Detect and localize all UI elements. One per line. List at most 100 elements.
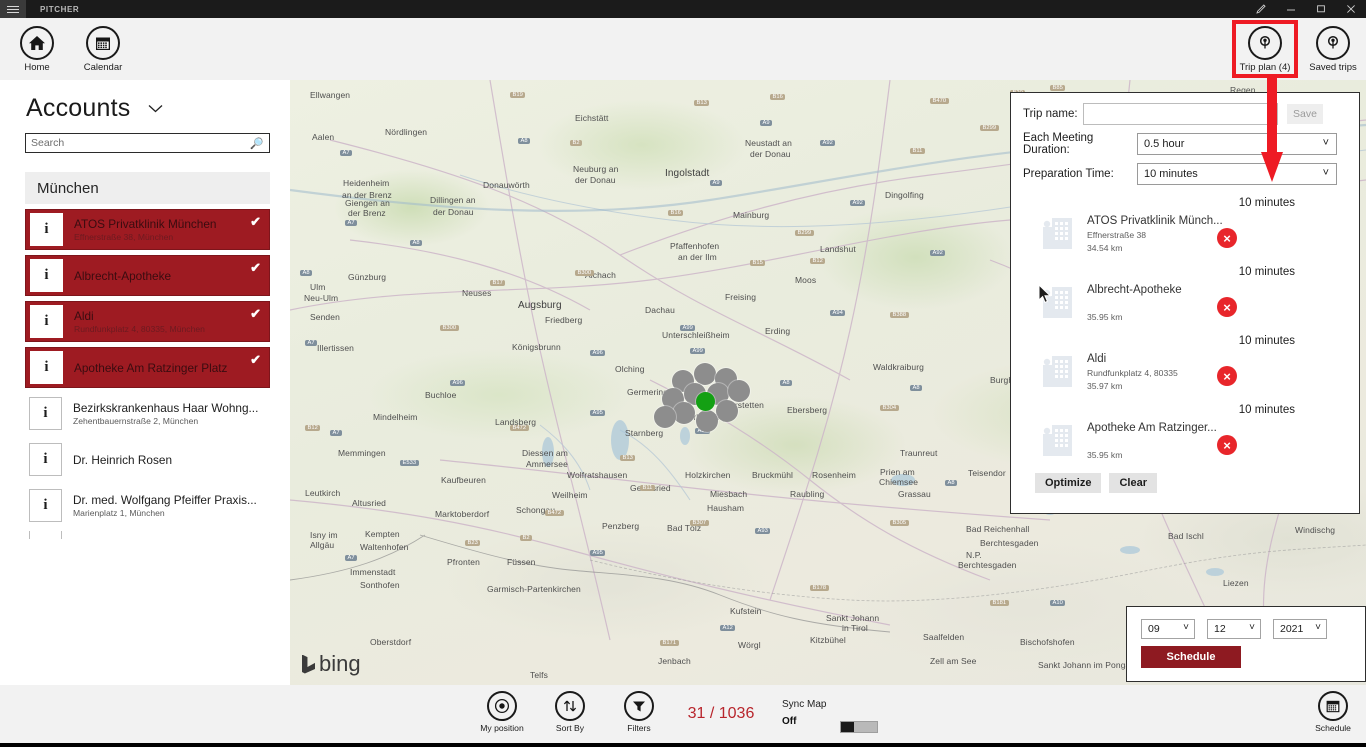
trip-stop-row[interactable]: 10 minutes ATOS Privatklinik Münch... Ef… — [1023, 195, 1347, 264]
map-place-label: Neuses — [462, 288, 491, 298]
info-icon[interactable]: i — [30, 259, 63, 292]
calendar-button[interactable]: Calendar — [66, 26, 140, 73]
prep-time-select[interactable]: 10 minutes ˅ — [1137, 163, 1337, 185]
account-item-ratzinger[interactable]: i Apotheke Am Ratzinger Platz ✔ — [25, 347, 270, 388]
map-place-label: Wörgl — [738, 640, 761, 650]
check-icon: ✔ — [250, 306, 261, 322]
accounts-list: i ATOS Privatklinik München Effnerstraße… — [25, 209, 270, 539]
filters-label: Filters — [602, 723, 676, 733]
trip-stop-row[interactable]: 10 minutes Albrecht-Apotheke 35.95 km × — [1023, 264, 1347, 333]
home-button[interactable]: Home — [0, 26, 74, 73]
account-item-bezirkskrankenhaus[interactable]: i Bezirkskrankenhaus Haar Wohng... Zehen… — [25, 393, 270, 434]
map-place-label: Ebersberg — [787, 405, 827, 415]
schedule-button[interactable]: Schedule — [1296, 691, 1366, 733]
trip-stop-row[interactable]: 10 minutes Apotheke Am Ratzinger... 35.9… — [1023, 402, 1347, 471]
saved-trips-button[interactable]: Saved trips — [1296, 26, 1366, 73]
sync-map-toggle[interactable] — [840, 721, 878, 733]
info-icon[interactable]: i — [30, 305, 63, 338]
maximize-button[interactable] — [1306, 0, 1336, 18]
map-place-label: Miesbach — [710, 489, 747, 499]
road-shield: E533 — [400, 460, 419, 466]
stop-duration: 10 minutes — [1239, 197, 1295, 209]
meeting-duration-label: Each Meeting Duration: — [1023, 132, 1137, 156]
trip-name-input[interactable] — [1083, 103, 1278, 125]
close-button[interactable] — [1336, 0, 1366, 18]
account-item-atos[interactable]: i ATOS Privatklinik München Effnerstraße… — [25, 209, 270, 250]
save-button[interactable]: Save — [1287, 104, 1323, 124]
map-pin[interactable] — [694, 363, 716, 385]
minimize-button[interactable] — [1276, 0, 1306, 18]
filters-button[interactable]: Filters — [602, 691, 676, 733]
account-item-aldi[interactable]: i Aldi Rundfunkplatz 4, 80335, München ✔ — [25, 301, 270, 342]
account-item-pfeiffer[interactable]: i Dr. med. Wolfgang Pfeiffer Praxis... M… — [25, 485, 270, 526]
account-address: Rundfunkplatz 4, 80335, München — [74, 324, 205, 334]
toggle-knob — [841, 722, 854, 732]
map-place-label: Dingolfing — [885, 190, 924, 200]
road-shield: A99 — [690, 348, 705, 354]
account-address: Marienplatz 1, München — [73, 508, 257, 518]
map-pin-active[interactable] — [696, 392, 715, 411]
map-place-label: Berchtesgaden — [980, 538, 1038, 548]
map-place-label: Rosenheim — [812, 470, 856, 480]
hamburger-menu-icon[interactable] — [0, 0, 26, 18]
map-pin[interactable] — [716, 400, 738, 422]
map-pin[interactable] — [728, 380, 750, 402]
delete-stop-button[interactable]: × — [1217, 228, 1237, 248]
road-shield: B299 — [795, 230, 814, 236]
info-icon[interactable]: i — [29, 489, 62, 522]
map-place-label: Nördlingen — [385, 127, 427, 137]
map-place-label: Illertissen — [317, 343, 354, 353]
map-place-label: Altusried — [352, 498, 386, 508]
map-place-label: Unterschleißheim — [662, 330, 730, 340]
search-box[interactable]: 🔍 — [25, 133, 270, 153]
account-item-albrecht[interactable]: i Albrecht-Apotheke ✔ — [25, 255, 270, 296]
day-select[interactable]: 09 ˅ — [1141, 619, 1195, 639]
road-shield: A96 — [450, 380, 465, 386]
delete-stop-button[interactable]: × — [1217, 366, 1237, 386]
delete-stop-button[interactable]: × — [1217, 435, 1237, 455]
search-icon[interactable]: 🔍 — [250, 137, 264, 150]
map-place-label: Füssen — [507, 557, 535, 567]
info-icon[interactable] — [29, 531, 62, 539]
map-pin[interactable] — [673, 402, 695, 424]
map-place-label: Mindelheim — [373, 412, 417, 422]
info-icon[interactable]: i — [29, 443, 62, 476]
map-pin[interactable] — [654, 406, 676, 428]
month-select[interactable]: 12 ˅ — [1207, 619, 1261, 639]
clear-button[interactable]: Clear — [1109, 473, 1157, 493]
info-icon[interactable]: i — [29, 397, 62, 430]
record-count: 31 / 1036 — [681, 705, 761, 723]
road-shield: B300 — [440, 325, 459, 331]
year-select[interactable]: 2021 ˅ — [1273, 619, 1327, 639]
map-place-label: Memmingen — [338, 448, 386, 458]
info-icon[interactable]: i — [30, 351, 63, 384]
account-item-rosen[interactable]: i Dr. Heinrich Rosen — [25, 439, 270, 480]
map-pin[interactable] — [696, 410, 718, 432]
account-item-partial[interactable] — [25, 531, 270, 539]
map-place-label: Freising — [725, 292, 756, 302]
meeting-duration-select[interactable]: 0.5 hour ˅ — [1137, 133, 1337, 155]
my-position-button[interactable]: My position — [465, 691, 539, 733]
optimize-button[interactable]: Optimize — [1035, 473, 1101, 493]
road-shield: A95 — [590, 550, 605, 556]
accounts-header[interactable]: Accounts — [0, 80, 290, 123]
search-input[interactable] — [31, 137, 250, 149]
map-pin-icon — [1316, 26, 1350, 60]
chevron-down-icon[interactable] — [148, 101, 163, 116]
road-shield: B12 — [305, 425, 320, 431]
trip-plan-button[interactable]: Trip plan (4) — [1228, 26, 1302, 73]
stop-address: Effnerstraße 38 — [1087, 230, 1146, 240]
road-shield: B171 — [660, 640, 679, 646]
sync-map-label: Sync Map — [782, 699, 826, 710]
sort-by-button[interactable]: Sort By — [533, 691, 607, 733]
road-shield: A8 — [410, 240, 422, 246]
map-place-label: Neuburg an — [573, 164, 618, 174]
delete-stop-button[interactable]: × — [1217, 297, 1237, 317]
pen-icon[interactable] — [1246, 0, 1276, 18]
schedule-submit-button[interactable]: Schedule — [1141, 646, 1241, 668]
trip-plan-panel: Trip name: Save Each Meeting Duration: 0… — [1010, 92, 1360, 514]
road-shield: B2 — [570, 140, 582, 146]
sort-icon — [555, 691, 585, 721]
trip-stop-row[interactable]: 10 minutes Aldi Rundfunkplatz 4, 80335 3… — [1023, 333, 1347, 402]
info-icon[interactable]: i — [30, 213, 63, 246]
